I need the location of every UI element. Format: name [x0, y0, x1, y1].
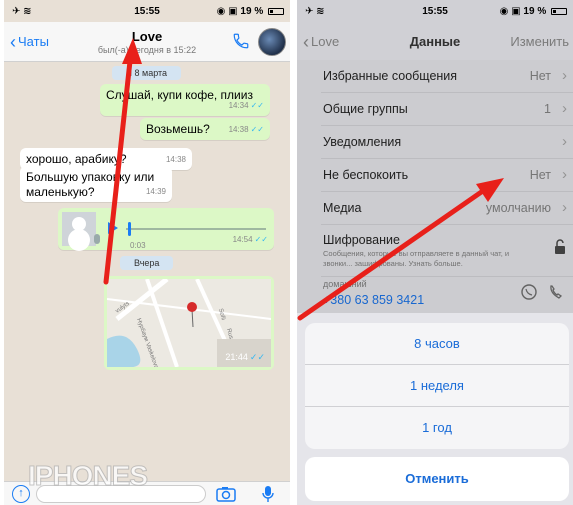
watermark-logo: IPHONES	[27, 460, 148, 492]
play-icon[interactable]	[108, 222, 118, 234]
read-ticks-icon: ✓✓	[254, 235, 268, 244]
message-outgoing[interactable]: Возьмешь? 14:38 ✓✓	[140, 118, 270, 140]
voice-progress-knob[interactable]	[128, 222, 131, 236]
map-pin-icon	[187, 302, 197, 312]
microphone-icon	[262, 486, 274, 502]
message-time: 14:39	[145, 187, 166, 196]
message-meta: 14:38 ✓✓	[228, 125, 264, 134]
date-separator: Ч 8 марта	[112, 66, 182, 80]
map-street-label: Sofii	[217, 308, 226, 321]
voice-message[interactable]: 0:03 14:54 ✓✓	[58, 208, 274, 250]
status-right: ◉ ▣ 19 %	[217, 6, 284, 17]
mic-icon	[94, 234, 100, 244]
date-separator: Вчера	[120, 256, 174, 270]
status-bar: ✈ ≋ 15:55 ◉ ▣ 19 %	[4, 0, 290, 22]
read-ticks-icon: ✓✓	[249, 352, 265, 362]
read-ticks-icon: ✓✓	[250, 125, 264, 134]
chat-screen: ✈ ≋ 15:55 ◉ ▣ 19 % ‹ Чаты Love был(-а) се…	[4, 0, 290, 505]
battery-percent: 19 %	[240, 6, 264, 17]
message-meta: 14:54 ✓✓	[232, 235, 268, 244]
call-button[interactable]	[232, 32, 250, 55]
mute-1-year-option[interactable]: 1 год	[305, 407, 569, 449]
message-text: Большую упаковку или маленькую?	[26, 170, 155, 199]
voice-progress-track[interactable]	[126, 228, 266, 230]
phone-icon	[233, 33, 249, 49]
message-text: Возьмешь?	[146, 122, 210, 136]
screen-mirror-icon: ▣	[228, 6, 238, 17]
message-outgoing[interactable]: Слушай, купи кофе, плииз 14:34 ✓✓	[100, 84, 270, 116]
message-meta: 21:44 ✓✓	[225, 352, 265, 362]
contact-info-screen: ✈ ≋ 15:55 ◉ ▣ 19 % ‹ Love Данные Изменить…	[297, 0, 573, 505]
read-ticks-icon: ✓✓	[250, 101, 264, 110]
mute-duration-sheet: 8 часов 1 неделя 1 год	[305, 323, 569, 449]
arrow-up-icon: ↑	[18, 487, 24, 499]
message-incoming[interactable]: Большую упаковку или маленькую? 14:39	[20, 166, 172, 202]
battery-icon	[268, 7, 284, 15]
chat-nav-bar: ‹ Чаты Love был(-а) сегодня в 15:22	[4, 22, 290, 62]
message-time: 14:38	[165, 155, 186, 164]
camera-button[interactable]	[216, 486, 236, 505]
chat-messages[interactable]: Ч 8 марта Слушай, купи кофе, плииз 14:34…	[4, 62, 290, 481]
cancel-button[interactable]: Отменить	[305, 457, 569, 501]
contact-avatar[interactable]	[258, 28, 286, 56]
location-message[interactable]: Нурбаум Vaskelova vulyts Sofii Rus vulyt…	[104, 276, 274, 370]
mute-8-hours-option[interactable]: 8 часов	[305, 323, 569, 365]
lock-rotation-icon: ◉	[216, 6, 226, 17]
camera-icon	[216, 487, 236, 502]
sender-photo-placeholder	[62, 212, 96, 246]
message-text: хорошо, арабику?	[26, 152, 127, 166]
message-meta: 14:34 ✓✓	[228, 101, 264, 110]
map-street-label: Rus	[225, 328, 234, 340]
map-preview[interactable]: Нурбаум Vaskelova vulyts Sofii Rus vulyt…	[107, 279, 271, 367]
mute-1-week-option[interactable]: 1 неделя	[305, 365, 569, 407]
voice-duration: 0:03	[130, 241, 146, 250]
voice-record-button[interactable]	[262, 485, 274, 505]
